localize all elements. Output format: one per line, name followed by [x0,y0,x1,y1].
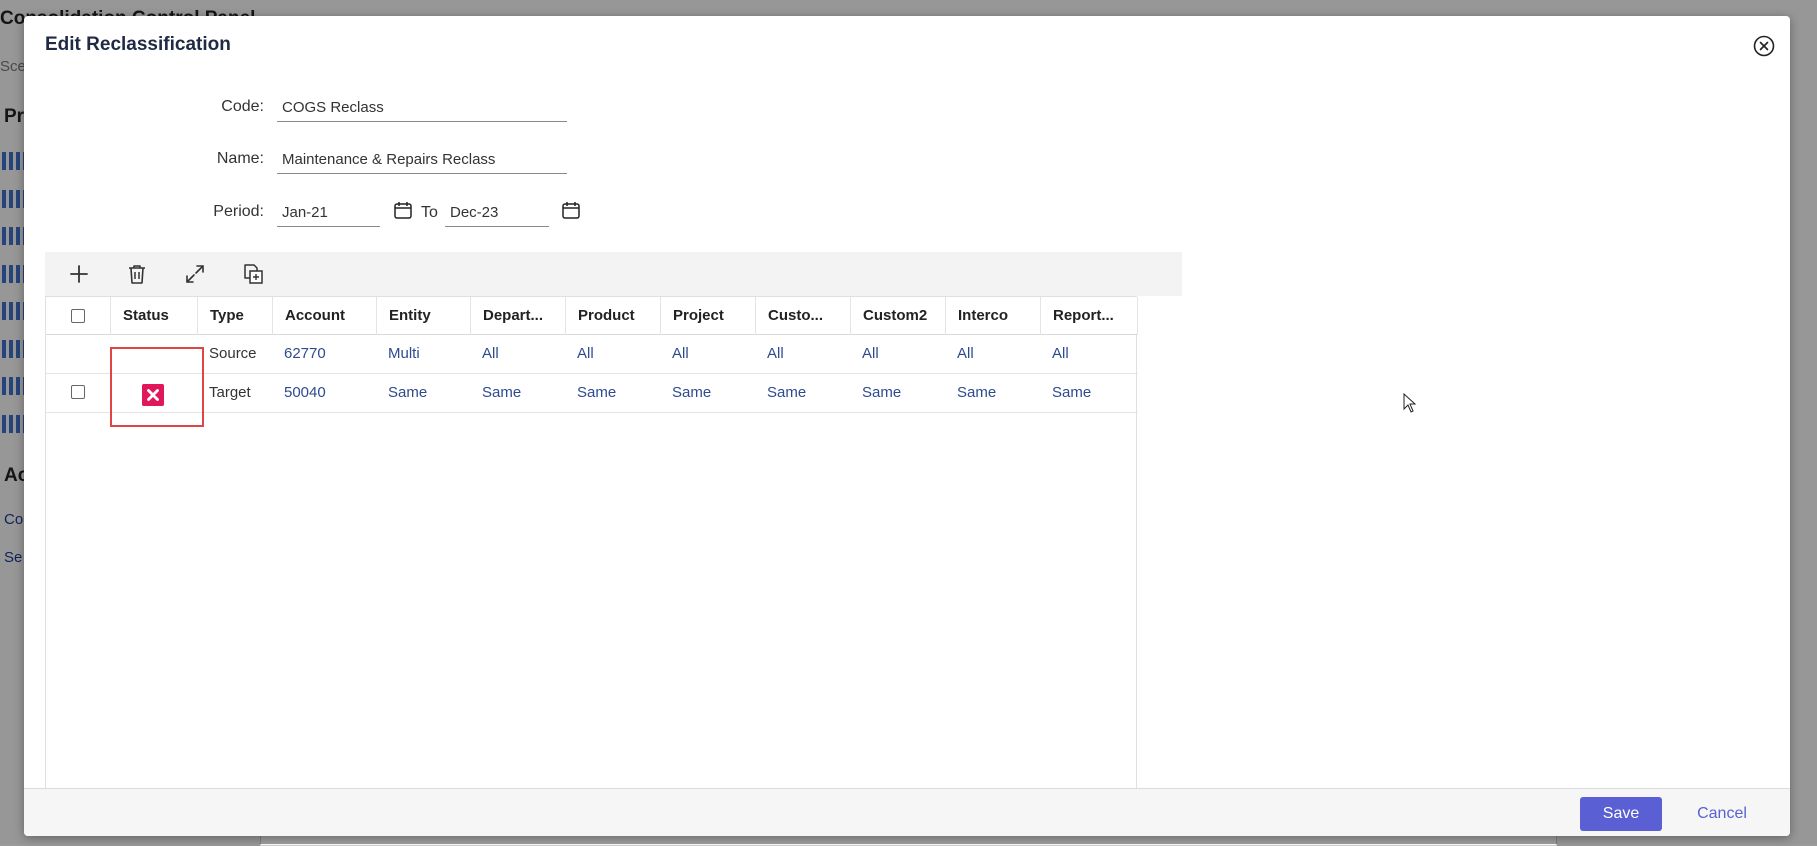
reporting-cell[interactable]: Same [1040,374,1091,412]
dialog-footer [24,789,1790,836]
save-button[interactable]: Save [1580,797,1662,831]
type-cell: Source [209,345,257,362]
custom2-cell[interactable]: All [850,335,879,373]
name-label: Name: [216,150,264,167]
project-cell[interactable]: Same [660,374,711,412]
column-header[interactable]: Interco [945,297,1040,335]
name-input[interactable] [277,146,567,174]
select-all-checkbox[interactable] [71,309,85,323]
product-cell[interactable]: Same [565,374,616,412]
entity-cell[interactable]: Multi [376,335,420,373]
period-label: Period: [213,203,264,220]
dialog-title: Edit Reclassification [45,34,231,55]
select-all-cell [46,297,110,335]
custom2-cell[interactable]: Same [850,374,901,412]
custom1-cell[interactable]: All [755,335,784,373]
table-row[interactable]: Source 62770 Multi All All All All All A… [46,335,1138,374]
column-header[interactable]: Type [197,297,272,335]
expand-icon[interactable] [183,262,207,286]
project-cell[interactable]: All [660,335,689,373]
product-cell[interactable]: All [565,335,594,373]
account-cell[interactable]: 62770 [272,335,326,373]
interco-cell[interactable]: Same [945,374,996,412]
reclassification-grid: Status Type Account Entity Depart... Pro… [45,296,1138,800]
column-header[interactable]: Project [660,297,755,335]
column-header[interactable]: Depart... [470,297,565,335]
row-checkbox[interactable] [71,385,85,399]
column-header[interactable]: Status [110,297,197,335]
period-to-input[interactable] [445,199,549,227]
grid-header-row: Status Type Account Entity Depart... Pro… [46,297,1138,335]
interco-cell[interactable]: All [945,335,974,373]
cancel-button[interactable]: Cancel [1692,797,1752,831]
error-x-icon[interactable] [142,384,164,406]
add-icon[interactable] [67,262,91,286]
period-from-input[interactable] [277,199,380,227]
code-label: Code: [221,98,264,115]
column-header[interactable]: Report... [1040,297,1138,335]
department-cell[interactable]: All [470,335,499,373]
code-input[interactable] [277,94,567,122]
column-header[interactable]: Custom2 [850,297,945,335]
copy-icon[interactable] [241,262,265,286]
column-header[interactable]: Account [272,297,376,335]
close-icon[interactable] [1753,35,1775,57]
column-header[interactable]: Custo... [755,297,850,335]
mouse-cursor-icon [1403,393,1417,413]
edit-reclassification-dialog: Edit Reclassification Code: Name: Period… [24,16,1790,836]
custom1-cell[interactable]: Same [755,374,806,412]
delete-icon[interactable] [125,262,149,286]
calendar-icon[interactable] [393,200,413,220]
grid-toolbar [45,252,1182,296]
reporting-cell[interactable]: All [1040,335,1069,373]
column-header[interactable]: Entity [376,297,470,335]
entity-cell[interactable]: Same [376,374,427,412]
column-header[interactable]: Product [565,297,660,335]
account-cell[interactable]: 50040 [272,374,326,412]
table-row[interactable]: Target 50040 Same Same Same Same Same Sa… [46,374,1138,413]
period-to-label: To [421,204,438,221]
type-cell: Target [209,384,251,401]
department-cell[interactable]: Same [470,374,521,412]
calendar-icon[interactable] [561,200,581,220]
